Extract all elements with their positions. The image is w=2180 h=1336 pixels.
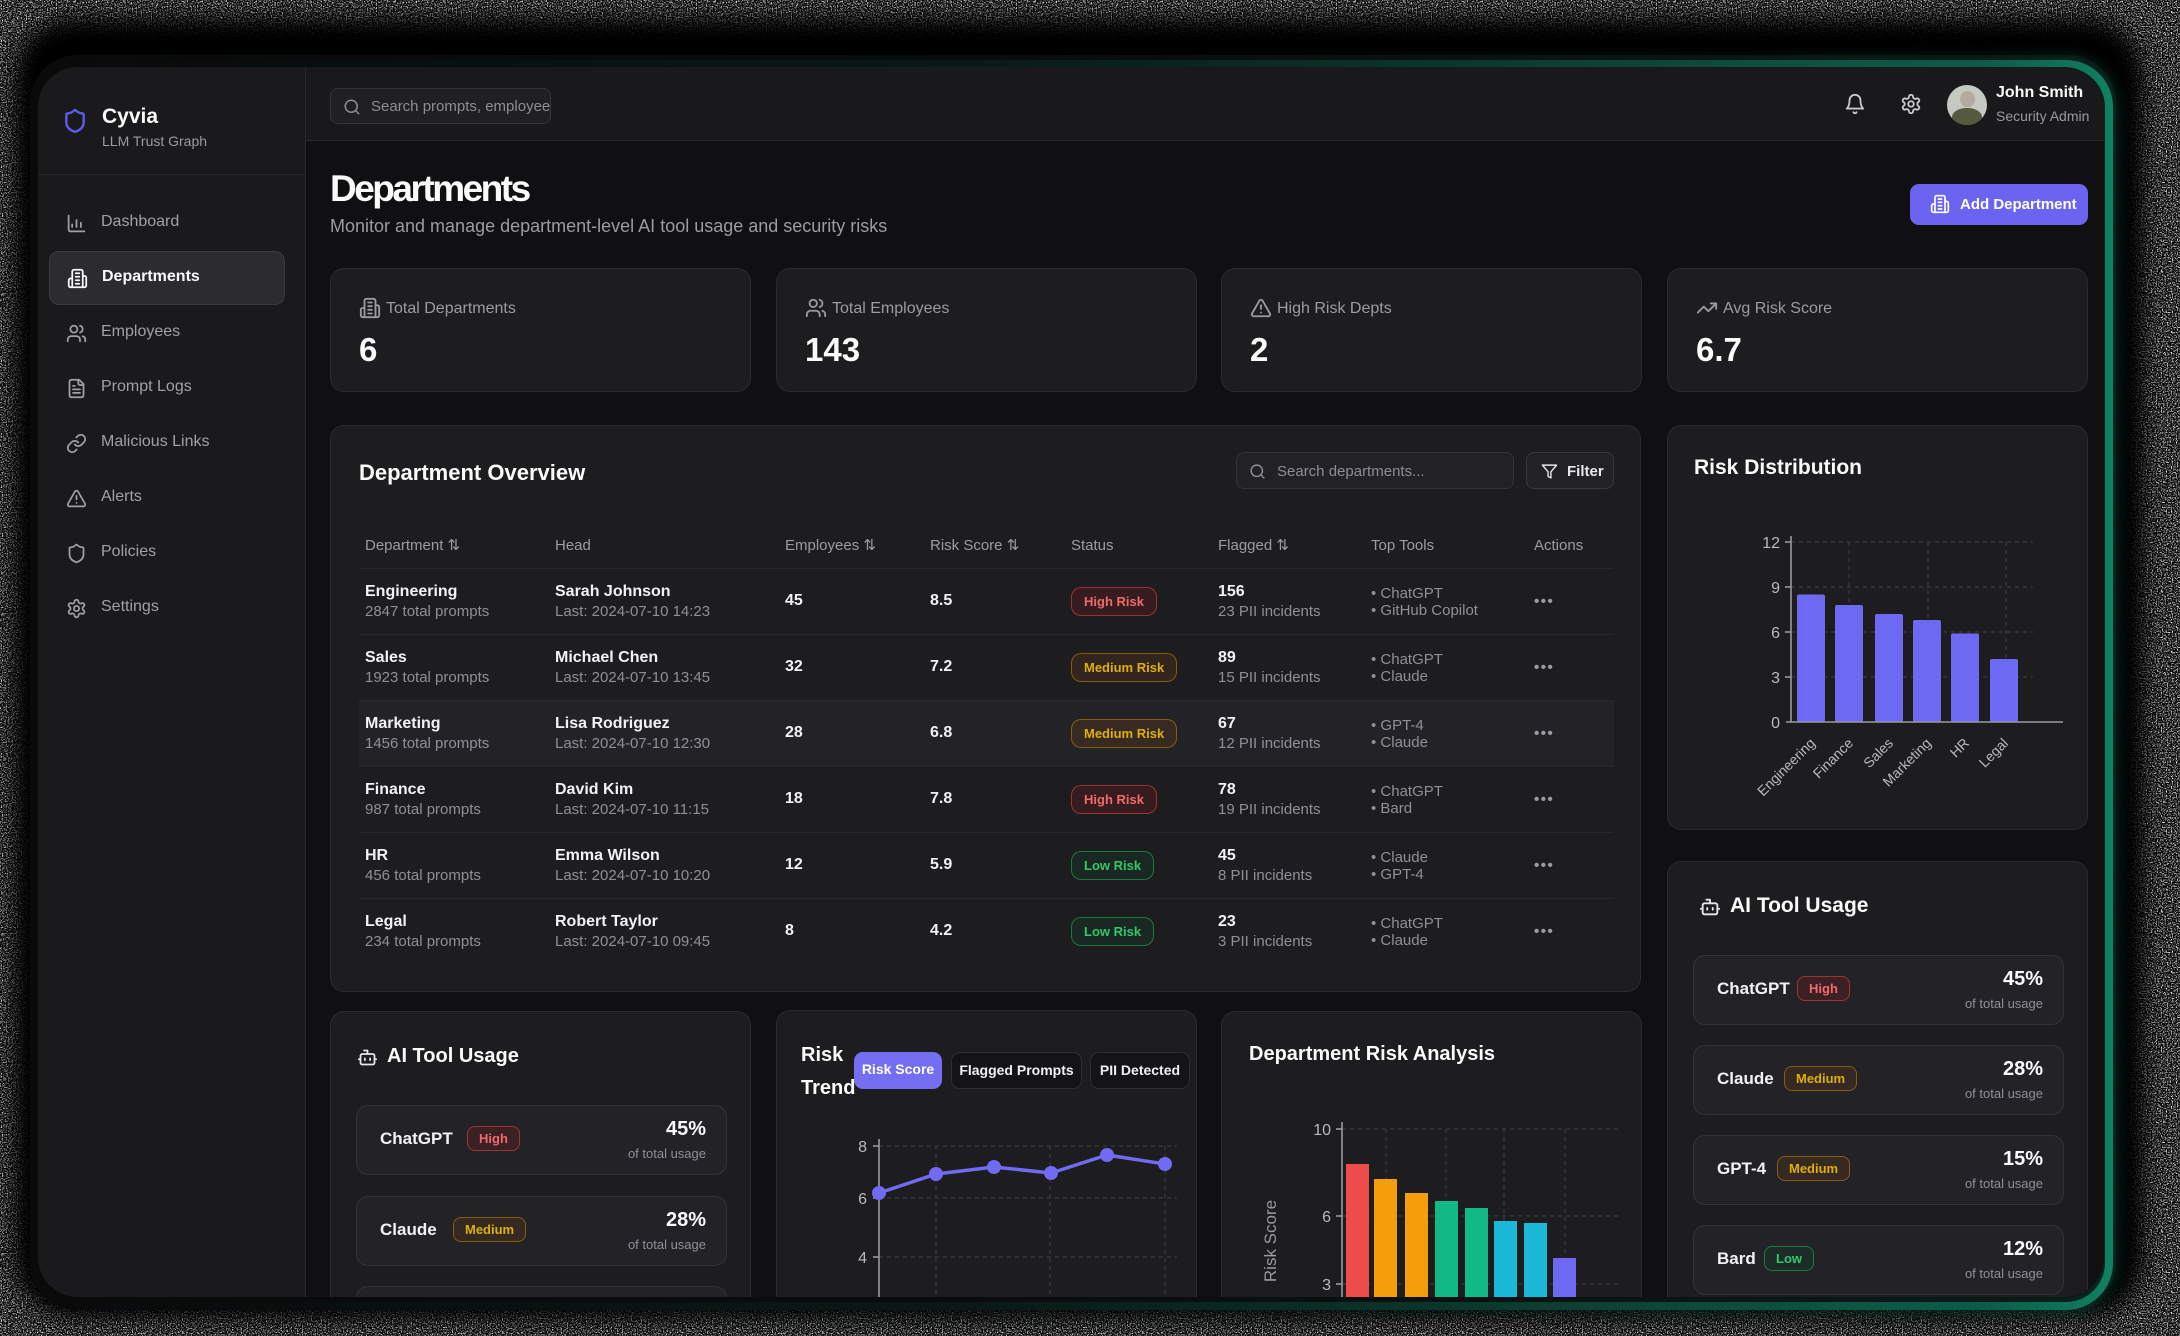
- svg-text:3: 3: [1771, 670, 1780, 687]
- svg-text:6: 6: [1771, 625, 1780, 642]
- svg-text:8: 8: [858, 1139, 867, 1156]
- svg-text:Sales: Sales: [1860, 735, 1896, 771]
- svg-text:6: 6: [1322, 1209, 1331, 1226]
- svg-text:6: 6: [858, 1191, 867, 1208]
- svg-text:10: 10: [1313, 1122, 1331, 1139]
- svg-text:3: 3: [1322, 1277, 1331, 1294]
- svg-text:0: 0: [1771, 715, 1780, 732]
- svg-text:9: 9: [1771, 580, 1780, 597]
- svg-text:4: 4: [858, 1250, 867, 1267]
- svg-text:Engineering: Engineering: [1754, 735, 1818, 799]
- svg-text:Finance: Finance: [1810, 735, 1857, 782]
- svg-text:Legal: Legal: [1976, 735, 2012, 771]
- svg-text:Risk Score: Risk Score: [1261, 1200, 1280, 1282]
- svg-text:12: 12: [1762, 535, 1780, 552]
- svg-text:HR: HR: [1946, 735, 1972, 761]
